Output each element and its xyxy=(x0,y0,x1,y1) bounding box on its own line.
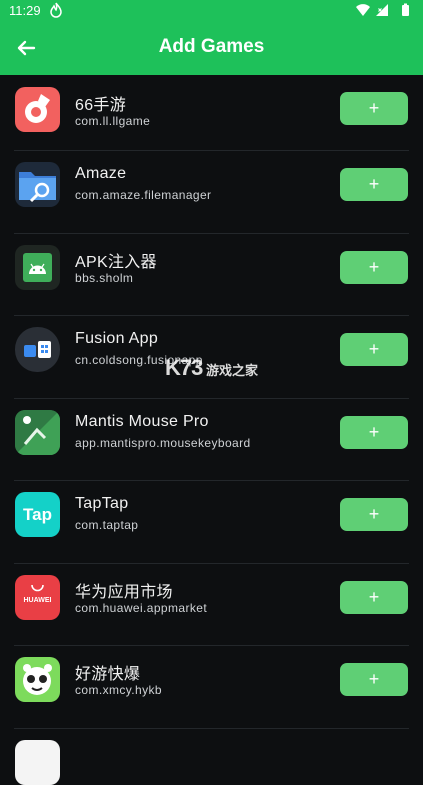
hykb-icon xyxy=(15,657,60,702)
add-button[interactable]: + xyxy=(340,92,408,125)
status-bar: 11:29 xyxy=(0,0,423,22)
app-icon xyxy=(15,739,60,785)
flame-icon xyxy=(49,2,63,21)
66-game-icon xyxy=(15,87,60,132)
mantis-icon xyxy=(15,409,60,455)
android-icon xyxy=(15,244,60,290)
app-package: com.huawei.appmarket xyxy=(75,600,208,615)
app-name: 好游快爆 xyxy=(75,666,141,683)
add-button[interactable]: + xyxy=(340,333,408,366)
list-item: Mantis Mouse Pro app.mantispro.mousekeyb… xyxy=(0,399,423,481)
huawei-appgallery-icon: HUAWEI xyxy=(15,574,60,620)
add-button[interactable]: + xyxy=(340,168,408,201)
app-name: TapTap xyxy=(75,495,129,512)
amaze-icon xyxy=(15,162,60,207)
app-list: 66手游 com.ll.llgame + Amaze com.amaze.fil… xyxy=(0,75,423,785)
add-button[interactable]: + xyxy=(340,250,408,284)
status-time: 11:29 xyxy=(9,3,41,18)
list-item: Tap TapTap com.taptap + xyxy=(0,481,423,564)
app-name: Amaze xyxy=(75,165,127,182)
app-name: Mantis Mouse Pro xyxy=(75,412,209,430)
app-package: com.ll.llgame xyxy=(75,114,151,128)
app-name: 66手游 xyxy=(75,97,126,114)
page-title: Add Games xyxy=(158,36,265,57)
add-button[interactable]: + xyxy=(340,415,408,449)
list-item xyxy=(0,729,423,785)
list-item: HUAWEI 华为应用市场 com.huawei.appmarket + xyxy=(0,564,423,646)
app-name: Fusion App xyxy=(75,330,159,347)
app-name: 华为应用市场 xyxy=(75,583,173,601)
taptap-icon: Tap xyxy=(15,492,60,537)
add-button[interactable]: + xyxy=(340,663,408,696)
watermark: K73 游戏之家 xyxy=(165,355,258,380)
app-package: app.mantispro.mousekeyboard xyxy=(75,435,251,450)
add-button[interactable]: + xyxy=(340,498,408,531)
app-package: com.amaze.filemanager xyxy=(75,188,212,202)
app-package: com.xmcy.hykb xyxy=(75,683,162,697)
app-name: APK注入器 xyxy=(75,253,157,271)
list-item: Amaze com.amaze.filemanager + xyxy=(0,151,423,234)
list-item: APK注入器 bbs.sholm + xyxy=(0,234,423,316)
wifi-icon xyxy=(356,4,370,16)
list-item: 66手游 com.ll.llgame + xyxy=(0,75,423,151)
taptap-logo-text: Tap xyxy=(23,505,52,524)
signal-icon xyxy=(376,4,388,16)
fusion-app-icon xyxy=(15,327,60,372)
app-package: bbs.sholm xyxy=(75,270,134,285)
app-bar: Add Games xyxy=(0,22,423,75)
huawei-logo-text: HUAWEI xyxy=(23,596,52,604)
list-item: 好游快爆 com.xmcy.hykb + xyxy=(0,646,423,729)
app-package: com.taptap xyxy=(75,518,139,532)
battery-icon xyxy=(402,5,409,16)
add-button[interactable]: + xyxy=(340,580,408,614)
